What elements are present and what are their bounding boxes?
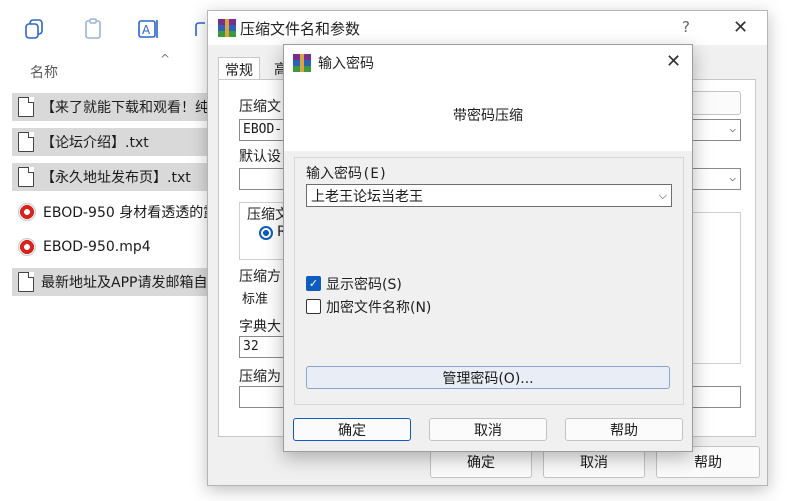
name-column-header[interactable]: 名称 [30, 62, 58, 82]
file-row[interactable]: 【论坛介绍】.txt [12, 128, 212, 156]
dialog-titlebar[interactable]: 压缩文件名和参数 ? ✕ [208, 11, 767, 45]
dialog-title: 压缩文件名和参数 [240, 20, 361, 38]
chevron-down-icon[interactable]: ⌵ [659, 189, 667, 203]
file-row[interactable]: 【来了就能下载和观看！纯 [12, 93, 212, 121]
file-row[interactable]: EBOD-950 身材看透透的露 [12, 198, 212, 226]
file-name: 【论坛介绍】.txt [41, 135, 149, 151]
chevron-down-icon: ⌵ [729, 122, 736, 135]
manage-passwords-button[interactable]: 管理密码(O)... [306, 366, 670, 389]
ok-button[interactable]: 确定 [293, 418, 411, 441]
file-name: 【来了就能下载和观看！纯 [41, 100, 209, 116]
close-icon[interactable]: ✕ [733, 17, 748, 38]
winrar-icon [293, 54, 311, 72]
method-label: 压缩方 [239, 269, 281, 285]
rename-icon[interactable]: A [135, 16, 161, 42]
password-dialog-header: 带密码压缩 [284, 79, 692, 151]
encrypt-names-label[interactable]: 加密文件名称(N) [326, 297, 431, 317]
split-label: 压缩为 [239, 369, 281, 385]
video-file-icon [18, 238, 36, 256]
text-file-icon [18, 272, 34, 292]
default-profile-label: 默认设 [239, 149, 281, 165]
tab-general[interactable]: 常规 [218, 57, 260, 79]
show-password-checkbox[interactable]: ✓ [306, 276, 321, 291]
password-dialog-title: 输入密码 [318, 56, 374, 72]
password-dialog-titlebar[interactable]: 输入密码 ✕ [284, 45, 692, 79]
chevron-down-icon: ⌵ [729, 171, 736, 184]
help-icon[interactable]: ? [682, 18, 690, 36]
show-password-label[interactable]: 显示密码(S) [326, 274, 402, 294]
text-file-icon [18, 167, 34, 187]
video-file-icon [18, 203, 36, 221]
file-row[interactable]: 【永久地址发布页】.txt [12, 163, 212, 191]
password-input[interactable]: 上老王论坛当老王 ⌵ [306, 184, 672, 207]
copy-icon[interactable] [22, 16, 48, 42]
help-button[interactable]: 帮助 [565, 418, 683, 441]
sort-up-icon: ^ [160, 52, 171, 66]
password-dialog: 输入密码 ✕ 带密码压缩 输入密码(E) 上老王论坛当老王 ⌵ ✓ 显示密码(S… [283, 44, 693, 452]
svg-text:A: A [142, 23, 151, 37]
dictionary-label: 字典大 [239, 319, 281, 335]
file-row[interactable]: 最新地址及APP请发邮箱自 [12, 268, 212, 296]
file-row[interactable]: EBOD-950.mp4 [12, 233, 212, 261]
paste-icon[interactable] [80, 16, 106, 42]
enter-password-label: 输入密码(E) [306, 166, 388, 182]
text-file-icon [18, 132, 34, 152]
format-radio-rar[interactable] [259, 226, 273, 240]
file-name: 最新地址及APP请发邮箱自 [41, 275, 208, 291]
encrypt-names-checkbox[interactable] [306, 299, 321, 314]
file-name: 【永久地址发布页】.txt [41, 170, 191, 186]
winrar-icon [218, 19, 236, 37]
file-name: EBOD-950.mp4 [43, 239, 151, 255]
close-icon[interactable]: ✕ [666, 51, 681, 72]
password-value: 上老王论坛当老王 [311, 188, 423, 205]
file-name: EBOD-950 身材看透透的露 [43, 205, 212, 221]
text-file-icon [18, 97, 34, 117]
cancel-button[interactable]: 取消 [429, 418, 547, 441]
archive-name-label: 压缩文 [239, 99, 281, 115]
